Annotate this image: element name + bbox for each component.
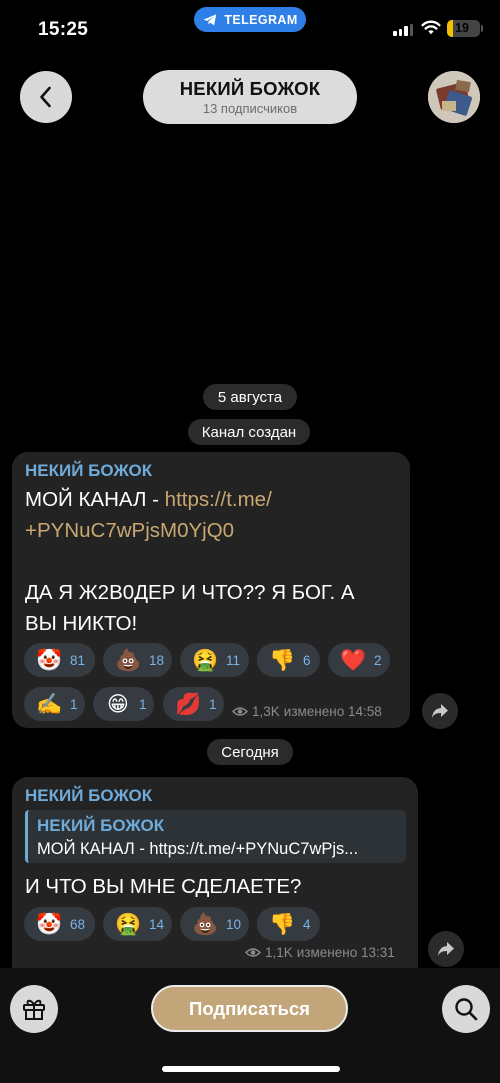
reaction-count: 2	[374, 652, 382, 668]
reaction-emoji-icon: 👎	[269, 912, 296, 936]
reaction-pill[interactable]: ✍️ 1	[24, 687, 85, 721]
invite-link[interactable]: https://t.me/	[165, 488, 272, 511]
reaction-count: 1	[209, 696, 217, 712]
telegram-plane-icon	[203, 13, 217, 25]
invite-link-continued[interactable]: +PYNuC7wPjsM0YjQ0	[25, 519, 234, 542]
message-text-line: ВЫ НИКТО!	[25, 612, 138, 635]
clock: 15:25	[38, 19, 89, 40]
date-separator-august: 5 августа	[203, 384, 297, 410]
battery-tip	[481, 25, 483, 32]
reaction-emoji-icon: 💩	[115, 648, 142, 672]
views-eye-icon	[245, 948, 261, 957]
views-eye-icon	[232, 707, 248, 716]
reaction-emoji-icon: 🤡	[36, 912, 63, 936]
battery-percent: 19	[455, 21, 469, 35]
message-author[interactable]: НЕКИЙ БОЖОК	[25, 786, 152, 806]
share-arrow-icon	[432, 704, 448, 718]
reply-author: НЕКИЙ БОЖОК	[37, 816, 165, 835]
reaction-emoji-icon: 🤡	[36, 648, 63, 672]
message-meta: 1,3K изменено 14:58	[232, 704, 382, 719]
battery-icon: 19	[447, 20, 480, 37]
message-meta: 1,1K изменено 13:31	[245, 945, 395, 960]
reaction-pill[interactable]: 🤮 14	[103, 907, 172, 941]
channel-avatar-image	[428, 71, 480, 123]
channel-title: НЕКИЙ БОЖОК	[179, 78, 321, 99]
reaction-count: 6	[303, 652, 311, 668]
reply-text: МОЙ КАНАЛ - https://t.me/+PYNuC7wPjs...	[37, 840, 359, 858]
reaction-count: 1	[70, 696, 78, 712]
edited-time: изменено 13:31	[296, 945, 395, 960]
subscribe-button[interactable]: Подписаться	[151, 985, 348, 1032]
reaction-pill[interactable]: 🤡 68	[24, 907, 95, 941]
view-count: 1,1K	[265, 945, 293, 960]
reaction-emoji-icon: 🤮	[192, 648, 219, 672]
reaction-emoji-icon: ❤️	[340, 648, 367, 672]
subscriber-count: 13 подписчиков	[202, 101, 298, 116]
back-button[interactable]	[20, 71, 72, 123]
reaction-count: 81	[70, 652, 86, 668]
reaction-pill[interactable]: 💩 18	[103, 643, 172, 677]
reaction-pill[interactable]: 👎 4	[257, 907, 320, 941]
service-message-channel-created: Канал создан	[188, 419, 310, 445]
reaction-count: 68	[70, 916, 86, 932]
reaction-emoji-icon: 💋	[175, 692, 202, 716]
gift-button[interactable]	[10, 985, 58, 1033]
status-bar: 15:25 TELEGRAM 19	[0, 0, 500, 56]
message-text: МОЙ КАНАЛ - https://t.me/ +PYNuC7wPjsM0Y…	[25, 484, 405, 639]
channel-title-pill[interactable]: НЕКИЙ БОЖОК 13 подписчиков	[143, 70, 357, 124]
reaction-count: 1	[139, 696, 147, 712]
message-author[interactable]: НЕКИЙ БОЖОК	[25, 461, 152, 481]
reaction-pill[interactable]: 😁 1	[93, 687, 154, 721]
reaction-emoji-icon: 👎	[269, 648, 296, 672]
message-text: И ЧТО ВЫ МНЕ СДЕЛАЕТЕ?	[25, 875, 302, 898]
message-text-prefix: МОЙ КАНАЛ -	[25, 488, 165, 511]
telegram-app-pill[interactable]: TELEGRAM	[194, 7, 306, 32]
reaction-count: 10	[226, 916, 242, 932]
signal-strength-icon	[393, 23, 413, 36]
reaction-pill[interactable]: 👎 6	[257, 643, 320, 677]
reaction-count: 11	[226, 652, 241, 668]
telegram-app-label: TELEGRAM	[224, 12, 298, 27]
reaction-pill[interactable]: 💋 1	[163, 687, 224, 721]
edited-time: изменено 14:58	[283, 704, 382, 719]
message-text-line: ДА Я Ж2В0ДЕР И ЧТО?? Я БОГ. А	[25, 581, 355, 604]
reaction-emoji-icon: 💩	[192, 912, 219, 936]
reaction-pill[interactable]: 💩 10	[180, 907, 249, 941]
view-count: 1,3K	[252, 704, 280, 719]
reaction-pill[interactable]: ❤️ 2	[328, 643, 390, 677]
home-indicator	[162, 1066, 340, 1072]
share-button[interactable]	[422, 693, 458, 729]
reaction-count: 14	[149, 916, 165, 932]
share-button[interactable]	[428, 931, 464, 967]
reaction-emoji-icon: ✍️	[36, 692, 63, 716]
search-button[interactable]	[442, 985, 490, 1033]
reaction-count: 18	[149, 652, 165, 668]
search-icon	[455, 998, 478, 1021]
reaction-count: 4	[303, 916, 311, 932]
reaction-pill[interactable]: 🤮 11	[180, 643, 249, 677]
share-arrow-icon	[438, 942, 454, 956]
date-separator-today: Сегодня	[207, 739, 293, 765]
reaction-emoji-icon: 🤮	[115, 912, 142, 936]
reaction-pill[interactable]: 🤡 81	[24, 643, 95, 677]
wifi-icon	[421, 20, 441, 35]
channel-avatar[interactable]	[428, 71, 480, 123]
reply-quote[interactable]: НЕКИЙ БОЖОК МОЙ КАНАЛ - https://t.me/+PY…	[25, 810, 406, 863]
gift-icon	[23, 999, 45, 1020]
reaction-emoji-icon: 😁	[107, 692, 129, 716]
chevron-left-icon	[40, 86, 51, 108]
